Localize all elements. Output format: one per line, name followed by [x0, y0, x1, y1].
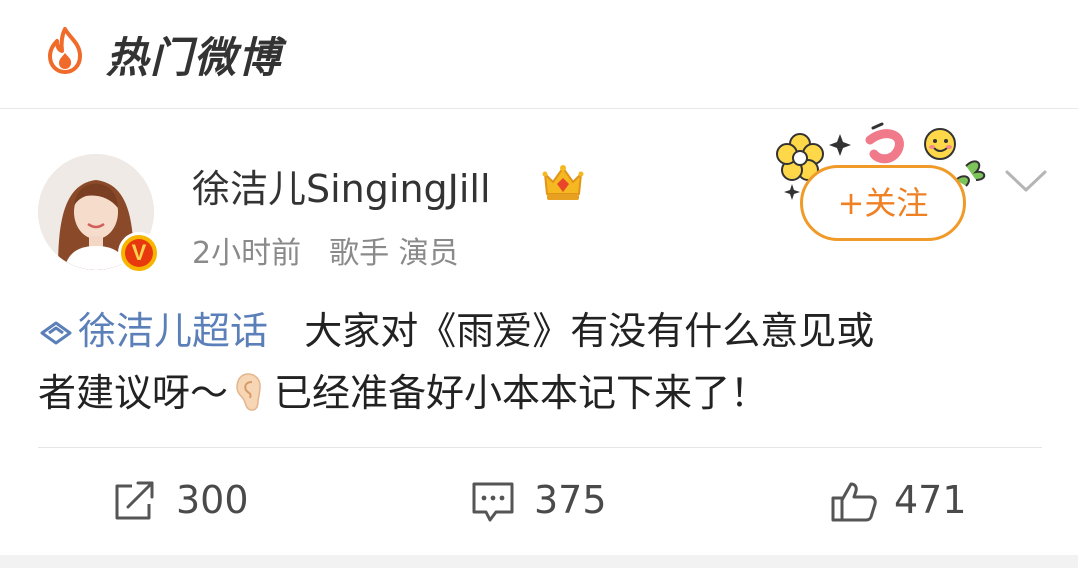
share-icon [115, 481, 154, 520]
post-time: 2小时前 [192, 236, 302, 271]
follow-button[interactable]: +关注 [800, 165, 966, 241]
post-text-line1: 大家对《雨爱》有没有什么意见或 [304, 309, 875, 353]
feed-separator [0, 555, 1078, 568]
share-count: 300 [176, 478, 249, 522]
actions-divider [38, 447, 1042, 448]
header-bar: 热门微博 [0, 0, 1078, 108]
post-line-1: 徐洁儿超话 大家对《雨爱》有没有什么意见或 [38, 300, 1048, 362]
post-meta: 2小时前 歌手 演员 [192, 228, 459, 272]
thumbs-up-icon [831, 482, 877, 522]
flame-icon [48, 27, 82, 74]
share-button[interactable]: 300 [112, 470, 272, 530]
like-count: 471 [894, 478, 967, 522]
diamond-icon [40, 321, 72, 345]
comment-count: 375 [534, 478, 607, 522]
like-button[interactable]: 471 [830, 470, 990, 530]
comment-button[interactable]: 375 [470, 470, 630, 530]
ear-icon [236, 373, 261, 411]
chevron-down-icon[interactable] [1003, 166, 1049, 196]
page-title: 热门微博 [106, 33, 283, 82]
author-tags: 歌手 演员 [329, 236, 459, 271]
supertopic-link[interactable]: 徐洁儿超话 [38, 309, 268, 353]
comment-icon [472, 482, 514, 522]
post-line-2: 者建议呀～ 已经准备好小本本记下来了！ [38, 362, 1048, 424]
author-name[interactable]: 徐洁儿SingingJill [192, 158, 491, 213]
post-text-line2b: 已经准备好小本本记下来了！ [274, 371, 769, 415]
post-text-line2a: 者建议呀～ [38, 371, 229, 415]
post-body: 徐洁儿超话 大家对《雨爱》有没有什么意见或 者建议呀～ 已经准备好小本本记下来了！ [38, 300, 1048, 424]
crown-icon [542, 165, 584, 200]
supertopic-label: 徐洁儿超话 [78, 309, 269, 353]
verified-badge-label: V [125, 239, 153, 267]
header-divider [0, 108, 1078, 109]
verified-badge: V [118, 232, 160, 274]
